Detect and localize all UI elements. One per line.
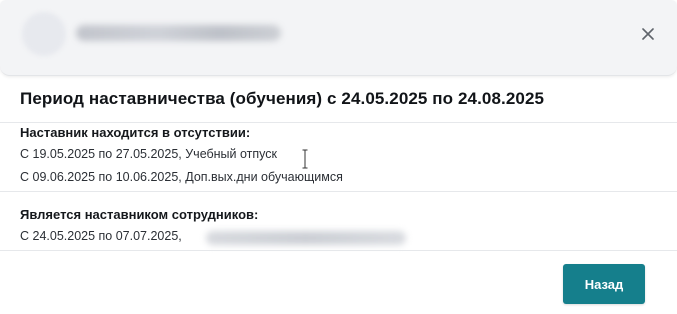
close-button[interactable] — [636, 22, 660, 46]
divider — [0, 250, 677, 251]
mentee-name-blurred — [206, 231, 406, 245]
absence-heading: Наставник находится в отсутствии: — [20, 125, 251, 140]
absence-entry: С 19.05.2025 по 27.05.2025, Учебный отпу… — [20, 147, 278, 161]
mentoring-heading: Является наставником сотрудников: — [20, 207, 259, 222]
mentoring-entry: С 24.05.2025 по 07.07.2025, — [20, 229, 182, 243]
close-icon — [642, 28, 654, 40]
mentorship-period-modal: Период наставничества (обучения) с 24.05… — [0, 0, 677, 314]
modal-header — [0, 0, 677, 76]
modal-title: Период наставничества (обучения) с 24.05… — [20, 89, 545, 108]
divider — [0, 191, 677, 192]
user-name-blurred — [76, 25, 281, 41]
text-cursor-icon — [302, 149, 308, 169]
back-button[interactable]: Назад — [563, 264, 645, 304]
absence-entry: С 09.06.2025 по 10.06.2025, Доп.вых.дни … — [20, 170, 343, 184]
divider — [0, 122, 677, 123]
avatar — [22, 12, 66, 56]
